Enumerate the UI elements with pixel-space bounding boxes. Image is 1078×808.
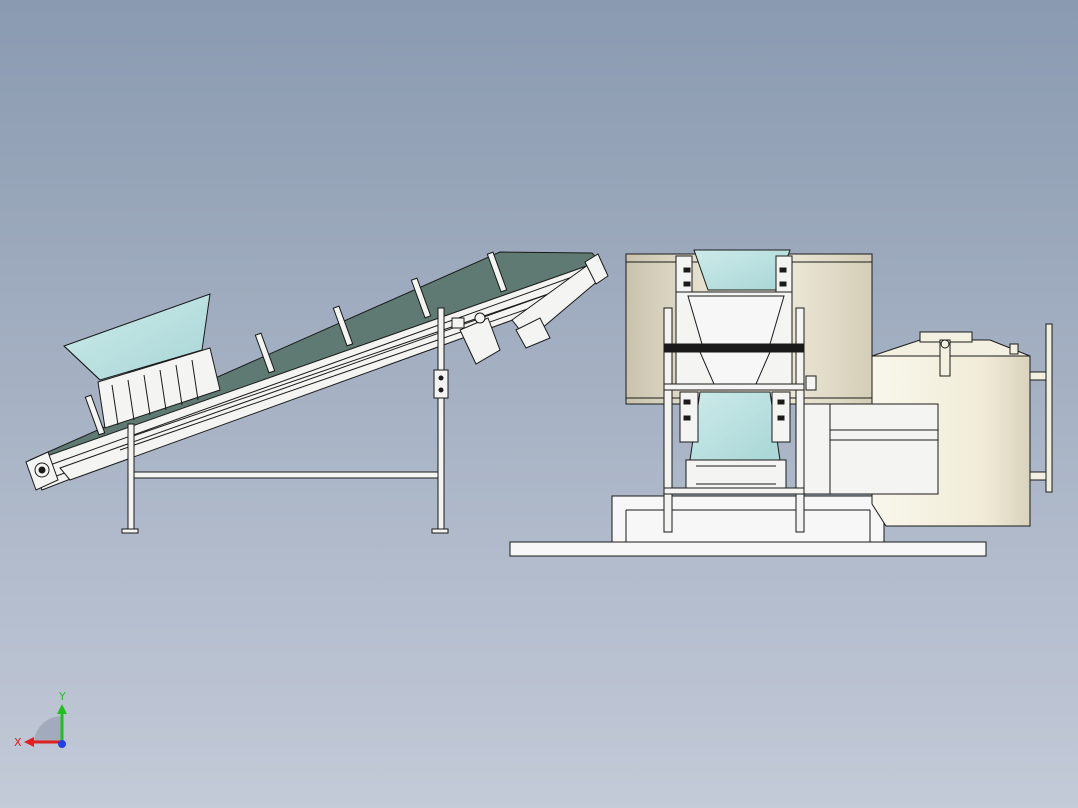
assembly-drawing: Y X: [14, 249, 1053, 749]
control-box: [433, 369, 449, 399]
y-axis-label: Y: [58, 690, 66, 703]
base-skid: [509, 541, 987, 557]
coordinate-triad: Y X: [14, 690, 67, 749]
inclined-conveyor[interactable]: [25, 251, 609, 534]
cad-viewport[interactable]: Y X: [0, 0, 1078, 808]
lower-chute: [689, 391, 781, 461]
tower-post-right: [795, 307, 805, 533]
discharge-box[interactable]: [803, 403, 939, 495]
z-axis-dot: [58, 740, 66, 748]
bottom-roller: [685, 459, 787, 491]
tank-side-bracket: [1045, 323, 1053, 493]
triad-quadrant: [34, 715, 62, 742]
tower-post-left: [663, 307, 673, 533]
x-axis-label: X: [14, 736, 22, 749]
base-plinth: [611, 495, 885, 543]
